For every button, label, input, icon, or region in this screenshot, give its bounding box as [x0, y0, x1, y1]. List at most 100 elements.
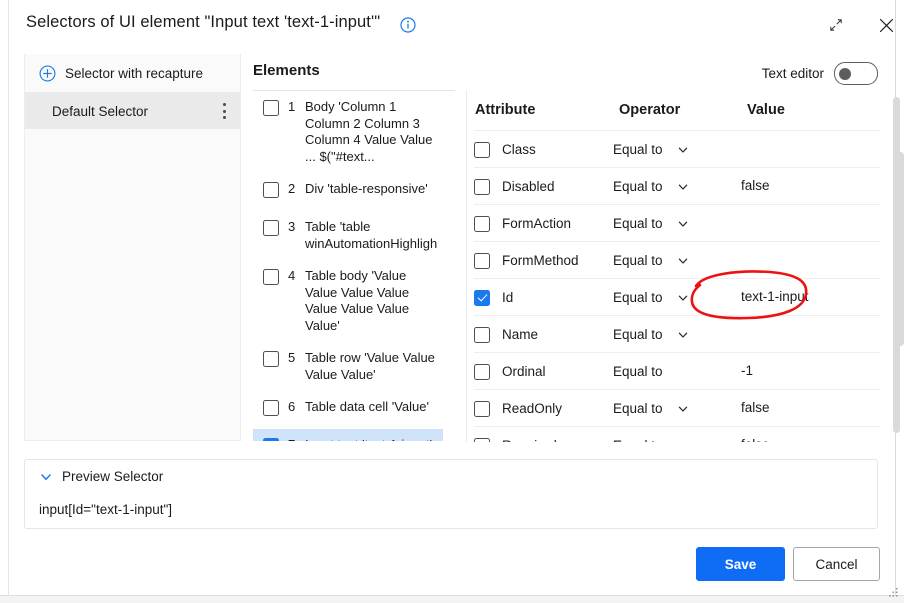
element-list-item[interactable]: 3Table 'table winAutomationHighlightingC… — [253, 211, 443, 260]
operator-label: Equal to — [613, 253, 663, 268]
selectors-dialog: Selectors of UI element "Input text 'tex… — [0, 0, 904, 603]
element-checkbox[interactable] — [263, 438, 279, 441]
value-cell[interactable]: false — [741, 399, 880, 417]
attribute-row[interactable]: ClassEqual to — [474, 130, 880, 167]
attribute-checkbox[interactable] — [474, 179, 490, 195]
attribute-row[interactable]: ReadOnly Equal tofalse — [474, 389, 880, 426]
element-label: Div 'table-responsive' — [305, 181, 437, 198]
attributes-scrollbar[interactable] — [897, 90, 904, 442]
value-text: text-1-input — [741, 289, 809, 304]
elements-header: Elements — [253, 62, 320, 79]
attribute-checkbox[interactable] — [474, 216, 490, 232]
element-checkbox[interactable] — [263, 100, 279, 116]
element-list-item[interactable]: 2Div 'table-responsive' — [253, 173, 443, 211]
recapture-label: Selector with recapture — [65, 66, 203, 81]
resize-grip-icon[interactable] — [886, 586, 899, 599]
attribute-row[interactable]: FormMethodEqual to — [474, 241, 880, 278]
attribute-cell: Class — [474, 141, 613, 158]
operator-cell[interactable]: Equal to — [613, 253, 741, 268]
operator-cell[interactable]: Equal to — [613, 290, 741, 305]
element-list-item[interactable]: 5Table row 'Value Value Value Value' — [253, 342, 443, 391]
chevron-down-icon[interactable] — [677, 180, 689, 192]
attribute-name: ReadOnly — [502, 401, 562, 416]
value-cell[interactable]: false — [741, 436, 880, 442]
chevron-down-icon[interactable] — [677, 402, 689, 414]
element-label: Table row 'Value Value Value Value' — [305, 350, 437, 383]
selectors-sidebar: Selector with recapture Default Selector — [24, 54, 241, 441]
selector-with-recapture-button[interactable]: Selector with recapture — [25, 54, 240, 93]
close-x-icon[interactable] — [871, 12, 901, 38]
attribute-checkbox[interactable] — [474, 327, 490, 343]
text-editor-toggle[interactable] — [834, 62, 878, 85]
element-checkbox[interactable] — [263, 182, 279, 198]
operator-label: Equal to — [613, 327, 663, 342]
cancel-button[interactable]: Cancel — [793, 547, 880, 581]
attribute-cell: Disabled — [474, 178, 613, 195]
element-list-item[interactable]: 7Input text 'text-1-input' — [253, 429, 443, 441]
element-label: Table data cell 'Value' — [305, 399, 437, 416]
attribute-row[interactable]: NameEqual to — [474, 315, 880, 352]
attribute-checkbox[interactable] — [474, 142, 490, 158]
element-list-item[interactable]: 1Body 'Column 1 Column 2 Column 3 Column… — [253, 91, 443, 173]
operator-cell[interactable]: Equal to — [613, 364, 741, 379]
elements-list: 1Body 'Column 1 Column 2 Column 3 Column… — [253, 91, 443, 441]
operator-cell[interactable]: Equal to — [613, 216, 741, 231]
element-list-item[interactable]: 4Table body 'Value Value Value Value Val… — [253, 260, 443, 342]
element-list-item[interactable]: 6Table data cell 'Value' — [253, 391, 443, 429]
attribute-row[interactable]: IdEqual totext-1-input — [474, 278, 880, 315]
info-circle-icon[interactable] — [400, 17, 416, 33]
element-index: 3 — [288, 219, 304, 235]
element-checkbox[interactable] — [263, 351, 279, 367]
attribute-cell: Required — [474, 437, 613, 443]
element-checkbox[interactable] — [263, 220, 279, 236]
attribute-name: FormAction — [502, 216, 571, 231]
window-bottom-edge — [0, 595, 904, 603]
operator-cell[interactable]: Equal to — [613, 327, 741, 342]
chevron-down-icon[interactable] — [677, 254, 689, 266]
text-editor-label: Text editor — [762, 66, 824, 81]
attribute-checkbox[interactable] — [474, 253, 490, 269]
text-editor-toggle-group: Text editor — [762, 62, 878, 85]
attribute-checkbox[interactable] — [474, 290, 490, 306]
operator-label: Equal to — [613, 438, 663, 443]
save-button[interactable]: Save — [696, 547, 785, 581]
preview-selector-toggle[interactable]: Preview Selector — [39, 469, 163, 484]
attribute-row[interactable]: DisabledEqual tofalse — [474, 167, 880, 204]
value-text: false — [741, 400, 770, 415]
attributes-rows: ClassEqual toDisabledEqual tofalseFormAc… — [474, 130, 880, 442]
operator-cell[interactable]: Equal to — [613, 401, 741, 416]
attributes-scrollbar-thumb[interactable] — [897, 152, 904, 346]
attribute-row[interactable]: RequiredEqual to false — [474, 426, 880, 442]
element-checkbox[interactable] — [263, 269, 279, 285]
attribute-checkbox[interactable] — [474, 438, 490, 443]
chevron-down-icon[interactable] — [677, 291, 689, 303]
chevron-down-icon[interactable] — [677, 217, 689, 229]
value-cell[interactable]: -1 — [741, 362, 880, 380]
attributes-table-header: Attribute Operator Value — [474, 90, 880, 130]
kebab-menu-icon[interactable] — [222, 103, 226, 119]
sidebar-item-default-selector[interactable]: Default Selector — [25, 93, 240, 129]
attribute-row[interactable]: FormAction Equal to — [474, 204, 880, 241]
operator-cell[interactable]: Equal to — [613, 438, 741, 443]
value-cell[interactable]: text-1-input — [741, 288, 880, 306]
chevron-down-icon[interactable] — [677, 328, 689, 340]
value-cell[interactable]: false — [741, 177, 880, 195]
operator-cell[interactable]: Equal to — [613, 179, 741, 194]
attribute-checkbox[interactable] — [474, 364, 490, 380]
operator-cell[interactable]: Equal to — [613, 142, 741, 157]
attribute-cell: ReadOnly — [474, 400, 613, 417]
element-label: Table body 'Value Value Value Value Valu… — [305, 268, 437, 334]
plus-circle-icon — [39, 65, 56, 82]
element-index: 7 — [288, 437, 304, 441]
value-text: false — [741, 178, 770, 193]
chevron-down-icon[interactable] — [677, 143, 689, 155]
attribute-name: Ordinal — [502, 364, 546, 379]
attribute-checkbox[interactable] — [474, 401, 490, 417]
operator-label: Equal to — [613, 142, 663, 157]
attribute-cell: FormAction — [474, 215, 613, 232]
element-checkbox[interactable] — [263, 400, 279, 416]
expand-diagonal-icon[interactable] — [821, 12, 851, 38]
operator-label: Equal to — [613, 364, 663, 379]
chevron-down-icon[interactable] — [677, 439, 689, 442]
attribute-row[interactable]: Ordinal Equal to -1 — [474, 352, 880, 389]
